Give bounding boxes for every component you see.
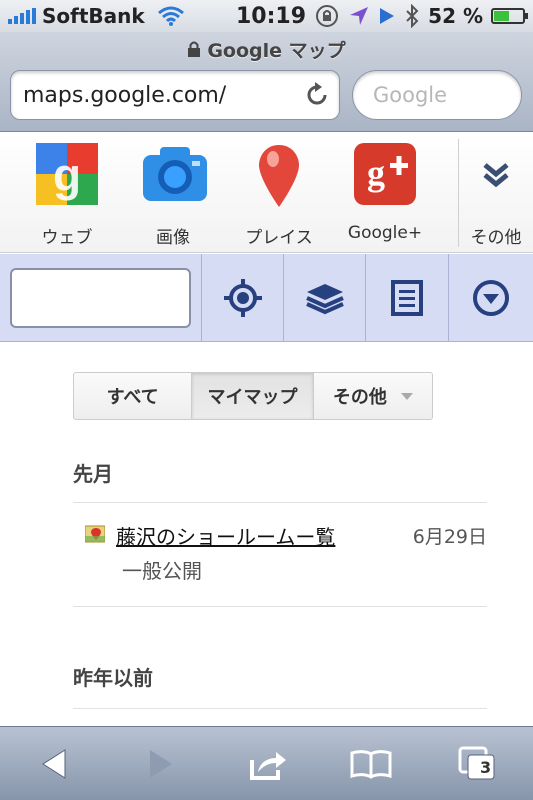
- url-field[interactable]: maps.google.com/: [10, 70, 340, 120]
- share-icon: [250, 752, 286, 780]
- tabs-icon: [458, 746, 495, 780]
- bluetooth-icon: [406, 4, 419, 28]
- dropdown-circle-icon: [473, 280, 509, 316]
- google-plus-icon: g: [354, 143, 416, 205]
- maps-search-input[interactable]: [10, 268, 191, 328]
- wifi-icon: [157, 6, 184, 26]
- browser-toolbar: 3: [0, 726, 533, 800]
- map-date: 6月29日: [412, 526, 487, 548]
- app-places[interactable]: プレイス: [229, 143, 329, 248]
- map-pin-icon: [85, 525, 105, 543]
- tabs-button[interactable]: 3: [438, 727, 518, 800]
- location-arrow-icon: [350, 7, 369, 25]
- play-icon: [380, 8, 395, 24]
- svg-text:g: g: [367, 153, 385, 193]
- lock-icon: [188, 41, 201, 57]
- google-web-icon: g: [36, 143, 98, 205]
- forward-arrow-icon: [150, 750, 172, 778]
- bookmarks-button[interactable]: [331, 727, 411, 800]
- back-button[interactable]: [14, 727, 94, 800]
- battery-percent: 52 %: [428, 4, 483, 28]
- layers-icon: [305, 284, 344, 315]
- status-bar: SoftBank 10:19 52 %: [0, 0, 533, 32]
- browser-chrome: Google マップ maps.google.com/ Google: [0, 32, 533, 132]
- battery-icon: [491, 8, 528, 24]
- visibility-label: 一般公開: [122, 559, 202, 583]
- app-web[interactable]: g ウェブ: [17, 143, 117, 248]
- filter-tabs: すべて マイマップ その他: [73, 372, 433, 420]
- app-label: プレイス: [245, 228, 313, 248]
- locate-button[interactable]: [201, 254, 283, 342]
- list-button[interactable]: [365, 254, 447, 342]
- app-label: 画像: [156, 228, 190, 248]
- tab-all[interactable]: すべて: [74, 373, 193, 419]
- page-title-bar: Google マップ: [0, 36, 533, 62]
- carrier-name: SoftBank: [42, 4, 145, 28]
- tab-other[interactable]: その他: [314, 373, 432, 419]
- search-placeholder: Google: [373, 83, 448, 107]
- layers-button[interactable]: [283, 254, 365, 342]
- app-google-plus[interactable]: g Google+: [335, 143, 435, 243]
- app-label: その他: [470, 228, 522, 248]
- divider: [73, 606, 487, 607]
- locate-icon: [223, 279, 262, 317]
- forward-button[interactable]: [121, 727, 201, 800]
- google-apps-bar: g ウェブ 画像 プレイス g Google+ その他: [0, 133, 533, 253]
- camera-icon: [142, 143, 207, 205]
- page-title: Google マップ: [207, 39, 346, 62]
- tab-other-label: その他: [332, 387, 387, 408]
- map-title-link[interactable]: 藤沢のショールームー覧: [116, 525, 335, 549]
- search-field[interactable]: Google: [352, 70, 522, 120]
- back-arrow-icon: [42, 749, 66, 779]
- options-button[interactable]: [448, 254, 533, 342]
- app-label: ウェブ: [41, 228, 93, 248]
- rotation-lock-icon: [316, 5, 339, 27]
- tab-count: 3: [480, 758, 492, 777]
- share-button[interactable]: [228, 727, 308, 800]
- list-icon: [390, 280, 423, 316]
- app-label: Google+: [347, 223, 423, 243]
- section-heading-before-last-year: 昨年以前: [73, 666, 153, 690]
- reload-icon[interactable]: [303, 81, 331, 109]
- places-pin-icon: [248, 143, 310, 207]
- app-images[interactable]: 画像: [123, 143, 223, 248]
- bookmarks-book-icon: [350, 750, 392, 779]
- section-heading-last-month: 先月: [73, 462, 113, 486]
- divider: [73, 502, 487, 503]
- more-chevron-icon: [465, 143, 527, 205]
- app-more[interactable]: その他: [446, 143, 533, 248]
- chevron-down-icon: [400, 392, 413, 400]
- clock: 10:19: [236, 4, 307, 29]
- divider: [73, 708, 487, 709]
- signal-strength-icon: [8, 8, 36, 24]
- svg-text:g: g: [53, 149, 81, 201]
- tab-my-maps[interactable]: マイマップ: [192, 373, 314, 419]
- url-text: maps.google.com/: [23, 82, 227, 108]
- maps-toolbar: [0, 254, 533, 342]
